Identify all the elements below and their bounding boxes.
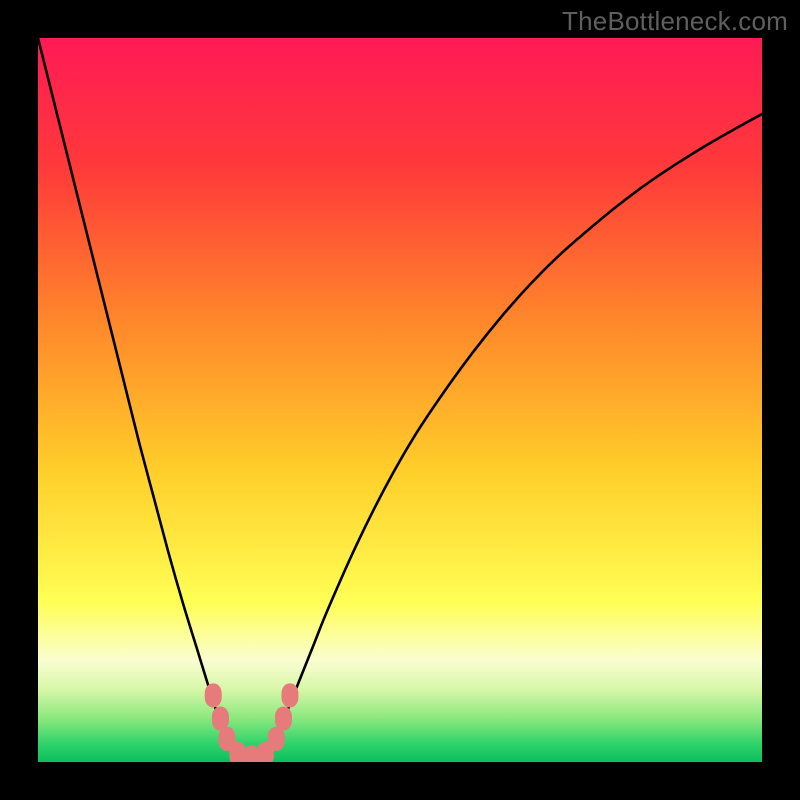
- trough-marker: [205, 683, 222, 707]
- watermark-text: TheBottleneck.com: [562, 6, 788, 37]
- trough-marker: [281, 683, 298, 707]
- trough-marker: [275, 707, 292, 731]
- chart-frame: TheBottleneck.com: [0, 0, 800, 800]
- bottleneck-chart: [38, 38, 762, 762]
- plot-background: [38, 38, 762, 762]
